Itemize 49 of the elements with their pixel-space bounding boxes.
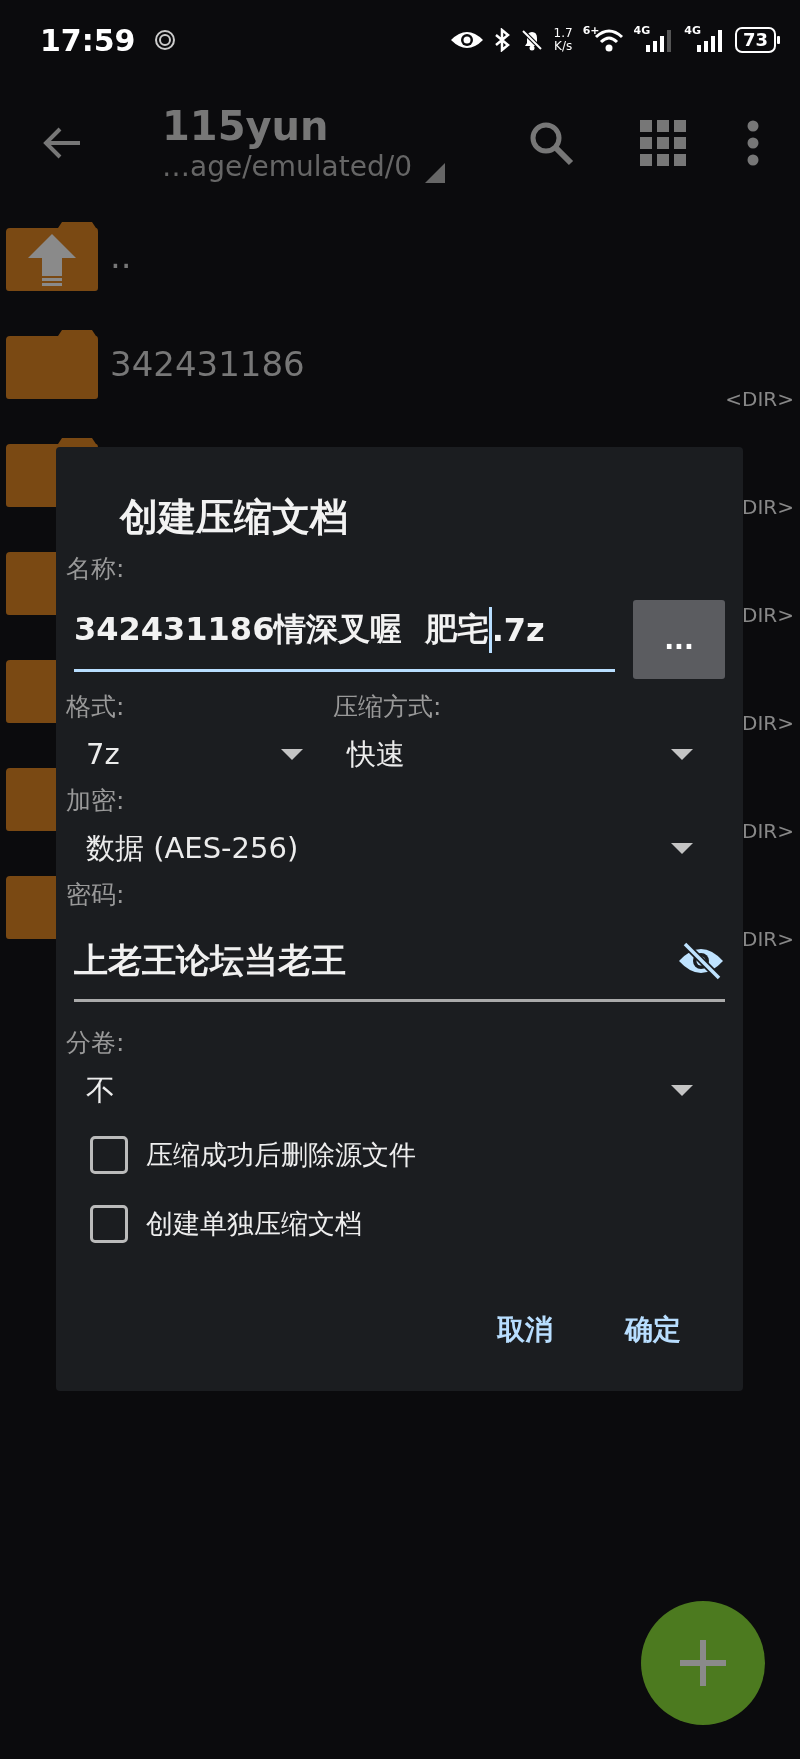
file-type-label: DIR>	[742, 818, 794, 844]
notification-icon	[153, 29, 176, 51]
encryption-dropdown[interactable]: 数据 (AES-256)	[66, 823, 733, 873]
format-dropdown[interactable]: 7z	[66, 729, 333, 779]
file-type-label: DIR>	[742, 710, 794, 736]
file-type-label: <DIR>	[725, 386, 794, 412]
eye-off-icon[interactable]	[677, 941, 725, 981]
dropdown-corner-icon[interactable]	[424, 162, 446, 184]
browse-button[interactable]: ...	[633, 600, 725, 679]
cancel-button[interactable]: 取消	[471, 1295, 579, 1365]
checkbox[interactable]	[90, 1204, 128, 1243]
search-icon[interactable]	[528, 120, 574, 166]
sim-network-label: 4G	[684, 24, 701, 37]
back-icon[interactable]	[42, 126, 82, 160]
bell-off-icon	[519, 28, 544, 52]
checkbox-label[interactable]: 压缩成功后删除源文件	[146, 1136, 416, 1173]
more-menu-icon[interactable]	[746, 120, 760, 166]
field-label: 分卷:	[66, 1027, 126, 1059]
network-speed-value: 1.7	[553, 27, 573, 40]
field-label: 密码:	[66, 879, 126, 911]
file-type-label: DIR>	[742, 602, 794, 628]
checkbox-label[interactable]: 创建单独压缩文档	[146, 1205, 362, 1242]
parent-folder-icon[interactable]	[4, 220, 100, 292]
file-name[interactable]: ..	[110, 236, 132, 276]
plus-icon	[678, 1638, 728, 1688]
grid-view-icon[interactable]	[640, 120, 686, 166]
field-label: 加密:	[66, 785, 126, 817]
text-cursor	[488, 607, 492, 653]
split-dropdown[interactable]: 不	[66, 1065, 733, 1115]
field-label: 压缩方式:	[333, 691, 443, 723]
file-type-label: DIR>	[742, 926, 794, 952]
network-speed-unit: K/s	[554, 40, 573, 53]
name-input-field[interactable]: 342431186情深叉喔 肥宅.7z	[74, 591, 615, 672]
dialog-title: 创建压缩文档	[118, 494, 349, 541]
password-input-field[interactable]: 上老王论坛当老王	[74, 917, 725, 1002]
method-dropdown[interactable]: 快速	[333, 729, 733, 779]
field-label: 名称:	[66, 553, 126, 585]
battery-icon: 73	[734, 27, 776, 53]
file-name[interactable]: 342431186	[110, 344, 305, 384]
wifi-type-label: 6+	[582, 24, 600, 37]
field-label: 格式:	[66, 691, 126, 723]
ok-button[interactable]: 确定	[599, 1295, 707, 1365]
file-type-label: DIR>	[742, 494, 794, 520]
checkbox[interactable]	[90, 1135, 128, 1174]
status-time: 17:59	[40, 22, 136, 58]
sim-network-label: 4G	[633, 24, 651, 37]
eye-icon	[449, 29, 484, 51]
folder-title: 115yun	[162, 102, 330, 150]
bluetooth-icon	[493, 28, 510, 52]
